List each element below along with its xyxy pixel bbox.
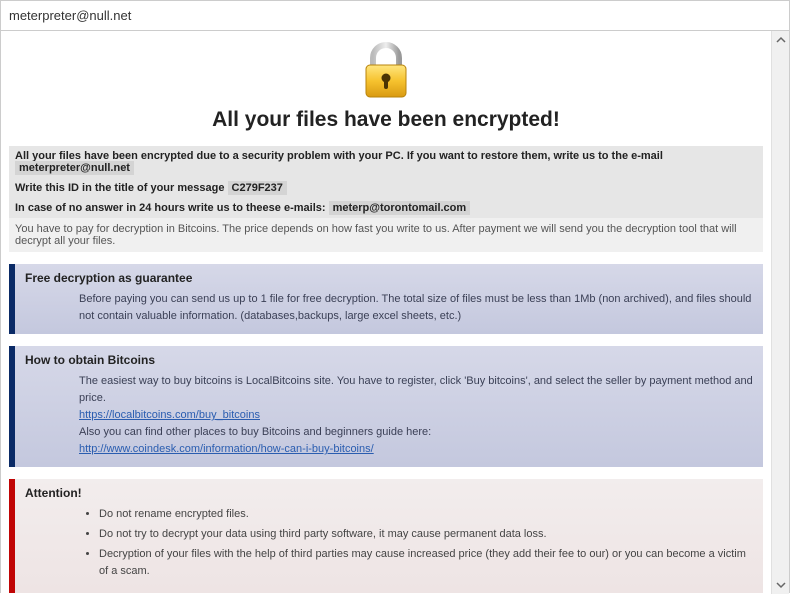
intro3-text: In case of no answer in 24 hours write u… xyxy=(15,202,329,214)
payment-note: You have to pay for decryption in Bitcoi… xyxy=(9,218,763,252)
contact-email-2: meterp@torontomail.com xyxy=(329,201,471,215)
list-item: Do not try to decrypt your data using th… xyxy=(99,526,753,543)
panel-attention: Attention! Do not rename encrypted files… xyxy=(9,479,763,592)
window-title: meterpreter@null.net xyxy=(9,8,131,23)
btc-line-1: The easiest way to buy bitcoins is Local… xyxy=(79,373,753,407)
link-localbitcoins[interactable]: https://localbitcoins.com/buy_bitcoins xyxy=(79,409,260,421)
btc-line-2: Also you can find other places to buy Bi… xyxy=(79,424,753,441)
list-item: Do not rename encrypted files. xyxy=(99,506,753,523)
window-titlebar: meterpreter@null.net xyxy=(1,1,789,31)
link-coindesk[interactable]: http://www.coindesk.com/information/how-… xyxy=(79,443,374,455)
panel-text-free: Before paying you can send us up to 1 fi… xyxy=(25,291,753,325)
scroll-down-arrow-icon[interactable] xyxy=(774,578,788,592)
panel-title-free: Free decryption as guarantee xyxy=(25,271,753,285)
victim-id: C279F237 xyxy=(228,181,287,195)
intro-line-3: In case of no answer in 24 hours write u… xyxy=(9,198,763,218)
lock-icon xyxy=(359,41,413,102)
contact-email-1: meterpreter@null.net xyxy=(15,161,134,175)
intro-line-1: All your files have been encrypted due t… xyxy=(9,146,763,178)
attention-list: Do not rename encrypted files. Do not tr… xyxy=(79,506,753,580)
list-item: Decryption of your files with the help o… xyxy=(99,546,753,580)
panel-free-decryption: Free decryption as guarantee Before payi… xyxy=(9,264,763,334)
vertical-scrollbar[interactable] xyxy=(771,31,789,594)
panel-title-attention: Attention! xyxy=(25,486,753,500)
scroll-up-arrow-icon[interactable] xyxy=(774,33,788,47)
intro2-text: Write this ID in the title of your messa… xyxy=(15,182,228,194)
main-content: All your files have been encrypted! All … xyxy=(1,31,771,594)
panel-obtain-bitcoins: How to obtain Bitcoins The easiest way t… xyxy=(9,346,763,467)
intro-line-2: Write this ID in the title of your messa… xyxy=(9,178,763,198)
panel-title-btc: How to obtain Bitcoins xyxy=(25,353,753,367)
page-title: All your files have been encrypted! xyxy=(9,108,763,132)
